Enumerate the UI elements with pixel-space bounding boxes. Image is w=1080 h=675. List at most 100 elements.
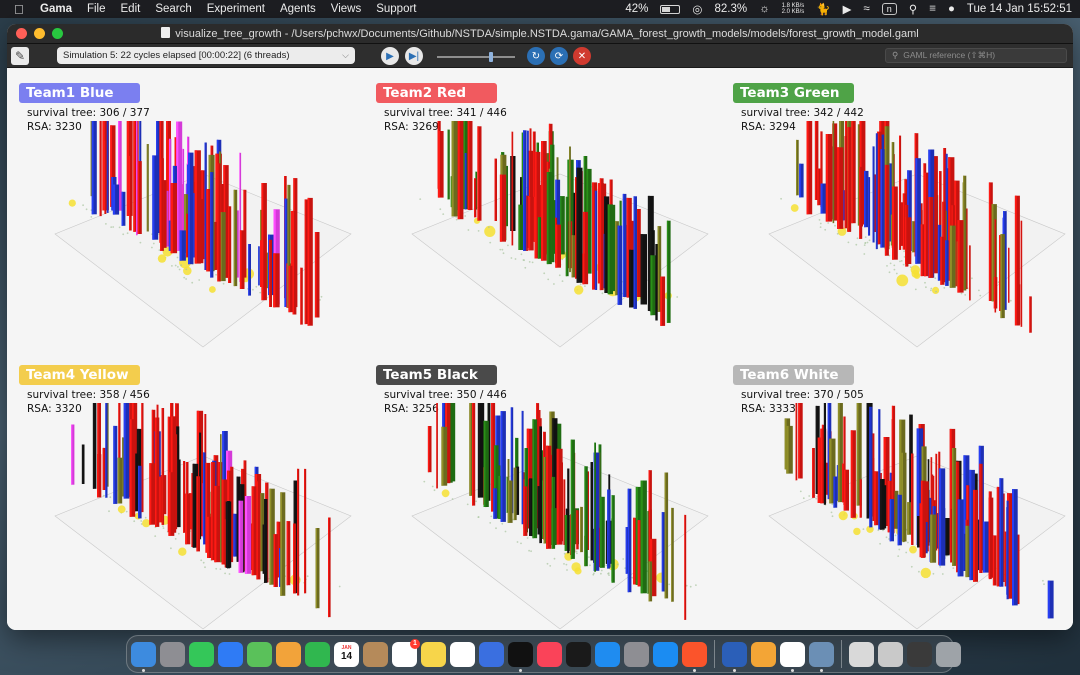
forest-3d-view[interactable] <box>767 119 1067 349</box>
relaunch-simulation-button[interactable]: ⟳ <box>550 47 568 65</box>
team3-display[interactable]: Team3 Green survival tree: 342 / 442 RSA… <box>727 69 1073 349</box>
word-icon[interactable] <box>722 641 747 672</box>
cpu-icon[interactable]: ◎ <box>692 2 702 16</box>
ground-marker <box>868 239 871 242</box>
search-icon: ⚲ <box>892 50 899 60</box>
reminders-icon[interactable]: 1 <box>392 638 420 667</box>
forest-3d-view[interactable] <box>53 401 353 630</box>
maps-icon[interactable] <box>247 641 272 667</box>
menu-views[interactable]: Views <box>331 3 361 15</box>
brightness-icon[interactable]: ☼ <box>759 3 770 15</box>
appstore-icon[interactable] <box>595 641 620 667</box>
tree-highlight <box>844 136 846 229</box>
docs-icon[interactable] <box>849 641 874 667</box>
ground-marker <box>499 248 502 251</box>
brave-icon[interactable] <box>682 641 707 672</box>
run-simulation-button[interactable]: ▶ <box>381 47 399 65</box>
chrome-icon[interactable] <box>780 641 805 672</box>
runcat-icon[interactable]: 🐈 <box>816 2 830 16</box>
tree-highlight <box>912 221 914 253</box>
menu-edit[interactable]: Edit <box>121 3 141 15</box>
mail-icon[interactable] <box>218 641 243 667</box>
spotlight-icon[interactable]: ⚲ <box>909 2 917 16</box>
close-experiment-button[interactable]: ✕ <box>573 47 591 65</box>
forest-3d-view[interactable] <box>410 119 710 349</box>
stack-icon[interactable] <box>878 641 903 667</box>
apple-icon[interactable]:  <box>14 2 30 17</box>
forest-3d-view[interactable] <box>767 401 1067 630</box>
preview-icon[interactable] <box>809 641 834 672</box>
ground-marker <box>918 570 920 573</box>
calendar-icon[interactable]: JAN 14 <box>334 641 359 667</box>
music-icon[interactable] <box>537 641 562 667</box>
menu-app-name[interactable]: Gama <box>40 3 72 15</box>
sapling-patch <box>790 204 799 212</box>
ground-marker <box>228 573 231 575</box>
ground-marker <box>501 522 504 525</box>
facetime-icon[interactable] <box>305 641 330 667</box>
webex-icon[interactable] <box>566 641 591 667</box>
wifi-icon[interactable]: ≈ <box>863 3 869 15</box>
team2-display[interactable]: Team2 Red survival tree: 341 / 446 RSA: … <box>370 69 722 349</box>
menu-search[interactable]: Search <box>155 3 191 15</box>
tree-highlight <box>859 167 861 239</box>
reload-experiment-button[interactable]: ↻ <box>527 47 545 65</box>
step-simulation-button[interactable]: ▶| <box>405 47 423 65</box>
keyboard-icon[interactable] <box>907 641 932 667</box>
simulation-status-text: Simulation 5: 22 cycles elapsed [00:00:2… <box>63 50 290 61</box>
menu-support[interactable]: Support <box>376 3 416 15</box>
photos-icon[interactable] <box>276 641 301 667</box>
tree-highlight <box>532 419 534 539</box>
ground-marker <box>894 534 897 537</box>
zoom-window-button[interactable] <box>52 28 63 39</box>
siri-icon[interactable]: ● <box>948 3 955 15</box>
appletv-icon[interactable] <box>508 641 533 672</box>
cpu-percent[interactable]: 82.3% <box>714 3 747 15</box>
battery-icon[interactable] <box>660 4 681 14</box>
ground-marker <box>819 222 822 225</box>
tree-highlight <box>186 213 187 258</box>
battery-percent[interactable]: 42% <box>625 3 648 15</box>
freeform-icon[interactable] <box>450 641 475 667</box>
team5-display[interactable]: Team5 Black survival tree: 350 / 446 RSA… <box>370 351 722 630</box>
play-status-icon[interactable]: ▶ <box>843 2 852 16</box>
clock[interactable]: Tue 14 Jan 15:52:51 <box>967 3 1072 15</box>
control-center-icon[interactable]: ≡ <box>929 3 936 15</box>
tree-highlight <box>228 206 230 283</box>
speed-slider[interactable] <box>437 52 515 62</box>
menu-experiment[interactable]: Experiment <box>207 3 265 15</box>
forest-3d-view[interactable] <box>53 119 353 349</box>
network-stats[interactable]: 1.8 KB/s 2.0 KB/s <box>782 3 805 15</box>
ground-marker <box>889 262 892 265</box>
team4-display[interactable]: Team4 Yellow survival tree: 358 / 456 RS… <box>13 351 365 630</box>
gaml-reference-search[interactable]: ⚲ GAML reference (⇧⌘H) <box>885 48 1067 63</box>
team1-display[interactable]: Team1 Blue survival tree: 306 / 377 RSA:… <box>13 69 365 349</box>
speed-slider-knob[interactable] <box>489 52 493 62</box>
tree-highlight <box>633 517 636 585</box>
forest-3d-view[interactable] <box>410 401 710 630</box>
edit-model-button[interactable]: ✎ <box>11 46 29 65</box>
menu-agents[interactable]: Agents <box>280 3 316 15</box>
simulation-selector[interactable]: Simulation 5: 22 cycles elapsed [00:00:2… <box>57 47 355 64</box>
minimize-window-button[interactable] <box>34 28 45 39</box>
team6-display[interactable]: Team6 White survival tree: 370 / 505 RSA… <box>727 351 1073 630</box>
pages-icon[interactable] <box>751 641 776 667</box>
menu-file[interactable]: File <box>87 3 106 15</box>
trash-icon[interactable] <box>936 641 961 667</box>
tree-highlight <box>897 494 900 546</box>
ground-marker <box>802 497 805 500</box>
input-source[interactable]: n <box>881 3 897 15</box>
tree-highlight <box>938 468 942 566</box>
notes-icon[interactable] <box>421 641 446 667</box>
ground-marker <box>102 494 105 497</box>
finder-icon[interactable] <box>131 641 156 672</box>
messages-icon[interactable] <box>189 641 214 667</box>
launchpad-icon[interactable] <box>160 641 185 667</box>
contacts-icon[interactable] <box>363 641 388 667</box>
settings-icon[interactable] <box>624 641 649 667</box>
tree-highlight <box>837 403 840 503</box>
safari-icon[interactable] <box>653 641 678 667</box>
mirroring-icon[interactable] <box>479 641 504 667</box>
close-window-button[interactable] <box>16 28 27 39</box>
ground-marker <box>524 266 527 269</box>
